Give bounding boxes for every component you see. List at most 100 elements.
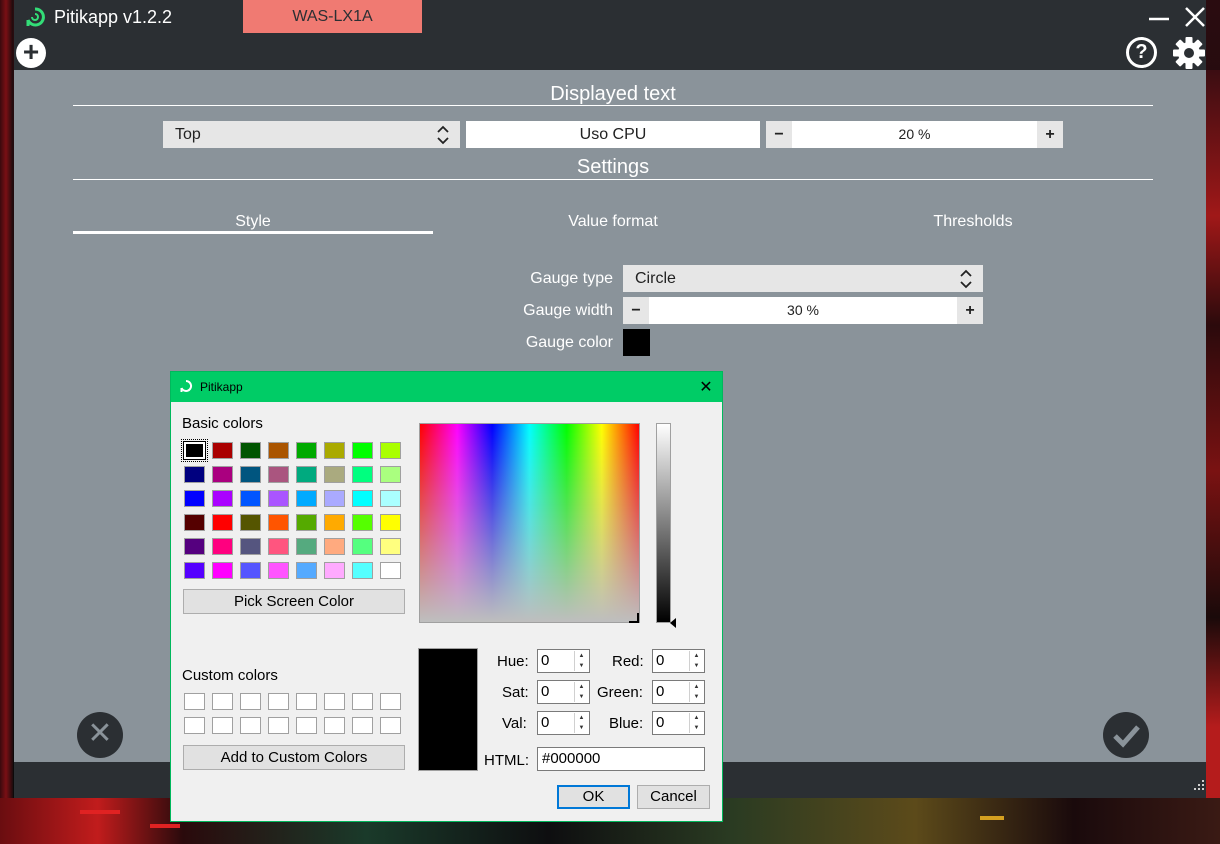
basic-color-swatch[interactable] — [380, 562, 401, 579]
basic-color-swatch[interactable] — [380, 466, 401, 483]
basic-color-swatch[interactable] — [268, 466, 289, 483]
tab-style[interactable]: Style — [73, 213, 433, 231]
custom-color-swatch[interactable] — [184, 693, 205, 710]
hue-input[interactable]: 0 ▲ ▼ — [537, 649, 590, 673]
basic-color-swatch[interactable] — [324, 562, 345, 579]
dialog-close-button[interactable]: ✕ — [698, 377, 714, 396]
custom-color-swatch[interactable] — [212, 717, 233, 734]
basic-color-swatch[interactable] — [268, 490, 289, 507]
spin-arrows-icon[interactable]: ▲ ▼ — [574, 682, 588, 702]
basic-color-swatch[interactable] — [268, 538, 289, 555]
custom-color-swatch[interactable] — [296, 717, 317, 734]
custom-color-swatch[interactable] — [240, 717, 261, 734]
gauge-color-swatch[interactable] — [623, 329, 650, 356]
increment-button[interactable]: + — [957, 297, 983, 324]
custom-color-swatch[interactable] — [324, 693, 345, 710]
custom-color-swatch[interactable] — [212, 693, 233, 710]
basic-color-swatch[interactable] — [296, 442, 317, 459]
basic-color-swatch[interactable] — [184, 466, 205, 483]
custom-color-swatch[interactable] — [240, 693, 261, 710]
spin-arrows-icon[interactable]: ▲ ▼ — [689, 713, 703, 733]
basic-color-swatch[interactable] — [212, 442, 233, 459]
basic-color-swatch[interactable] — [212, 538, 233, 555]
gauge-width-value[interactable]: 30 % — [649, 297, 957, 324]
text-position-select[interactable]: Top — [163, 121, 460, 148]
basic-color-swatch[interactable] — [352, 466, 373, 483]
gear-icon[interactable] — [1172, 36, 1206, 70]
close-icon[interactable] — [1182, 4, 1208, 30]
resize-grip-icon[interactable] — [1190, 780, 1206, 794]
custom-color-swatch[interactable] — [296, 693, 317, 710]
help-button[interactable]: ? — [1126, 37, 1157, 68]
basic-color-swatch[interactable] — [324, 466, 345, 483]
gauge-type-select[interactable]: Circle — [623, 265, 983, 292]
basic-color-swatch[interactable] — [324, 538, 345, 555]
pick-screen-color-button[interactable]: Pick Screen Color — [183, 589, 405, 614]
confirm-button[interactable] — [1103, 712, 1149, 758]
custom-color-swatch[interactable] — [268, 693, 289, 710]
basic-color-swatch[interactable] — [184, 514, 205, 531]
basic-color-swatch[interactable] — [296, 466, 317, 483]
basic-color-swatch[interactable] — [240, 538, 261, 555]
custom-color-swatch[interactable] — [352, 717, 373, 734]
hue-saturation-picker[interactable] — [419, 423, 640, 623]
green-input[interactable]: 0 ▲ ▼ — [652, 680, 705, 704]
basic-color-swatch[interactable] — [268, 562, 289, 579]
decrement-button[interactable]: − — [766, 121, 792, 148]
html-color-input[interactable]: #000000 — [537, 747, 705, 771]
picker-cursor[interactable] — [629, 613, 639, 623]
basic-color-swatch[interactable] — [352, 442, 373, 459]
custom-color-swatch[interactable] — [352, 693, 373, 710]
basic-color-swatch[interactable] — [352, 562, 373, 579]
basic-color-swatch[interactable] — [212, 466, 233, 483]
custom-color-swatch[interactable] — [380, 693, 401, 710]
basic-color-swatch[interactable] — [296, 490, 317, 507]
basic-color-swatch[interactable] — [212, 562, 233, 579]
basic-color-swatch[interactable] — [296, 514, 317, 531]
basic-color-swatch[interactable] — [184, 562, 205, 579]
basic-color-swatch[interactable] — [352, 514, 373, 531]
dialog-title-bar[interactable]: Pitikapp ✕ — [171, 372, 722, 402]
cancel-button[interactable]: ✕ — [77, 712, 123, 758]
custom-color-swatch[interactable] — [380, 717, 401, 734]
spin-arrows-icon[interactable]: ▲ ▼ — [574, 651, 588, 671]
tab-thresholds[interactable]: Thresholds — [793, 213, 1153, 231]
basic-color-swatch[interactable] — [184, 538, 205, 555]
displayed-label-input[interactable]: Uso CPU — [466, 121, 760, 148]
cancel-dialog-button[interactable]: Cancel — [637, 785, 710, 809]
spin-arrows-icon[interactable]: ▲ ▼ — [689, 651, 703, 671]
sat-input[interactable]: 0 ▲ ▼ — [537, 680, 590, 704]
basic-color-swatch[interactable] — [380, 538, 401, 555]
text-size-value[interactable]: 20 % — [792, 121, 1037, 148]
ok-button[interactable]: OK — [557, 785, 630, 809]
basic-color-swatch[interactable] — [296, 538, 317, 555]
custom-color-swatch[interactable] — [324, 717, 345, 734]
gauge-width-stepper[interactable]: − 30 % + — [623, 297, 983, 324]
blue-input[interactable]: 0 ▲ ▼ — [652, 711, 705, 735]
basic-color-swatch[interactable] — [240, 442, 261, 459]
text-size-stepper[interactable]: − 20 % + — [766, 121, 1063, 148]
add-device-button[interactable]: + — [16, 38, 46, 68]
basic-color-swatch[interactable] — [296, 562, 317, 579]
minimize-icon[interactable] — [1146, 4, 1172, 30]
add-to-custom-colors-button[interactable]: Add to Custom Colors — [183, 745, 405, 770]
basic-color-swatch[interactable] — [324, 490, 345, 507]
red-input[interactable]: 0 ▲ ▼ — [652, 649, 705, 673]
custom-color-swatch[interactable] — [184, 717, 205, 734]
basic-color-swatch[interactable] — [352, 538, 373, 555]
basic-color-swatch[interactable] — [380, 514, 401, 531]
basic-color-swatch[interactable] — [181, 439, 208, 462]
decrement-button[interactable]: − — [623, 297, 649, 324]
basic-color-swatch[interactable] — [268, 442, 289, 459]
basic-color-swatch[interactable] — [324, 514, 345, 531]
basic-color-swatch[interactable] — [212, 514, 233, 531]
basic-color-swatch[interactable] — [240, 490, 261, 507]
basic-color-swatch[interactable] — [268, 514, 289, 531]
custom-color-swatch[interactable] — [268, 717, 289, 734]
basic-color-swatch[interactable] — [240, 514, 261, 531]
spin-arrows-icon[interactable]: ▲ ▼ — [689, 682, 703, 702]
spin-arrows-icon[interactable]: ▲ ▼ — [574, 713, 588, 733]
basic-color-swatch[interactable] — [240, 562, 261, 579]
basic-color-swatch[interactable] — [380, 490, 401, 507]
basic-color-swatch[interactable] — [324, 442, 345, 459]
